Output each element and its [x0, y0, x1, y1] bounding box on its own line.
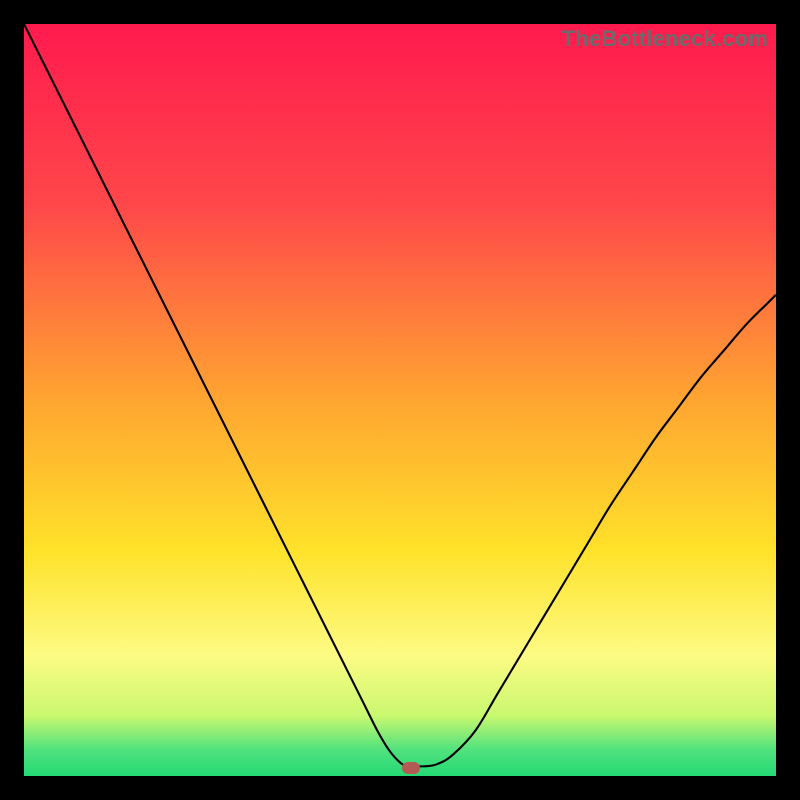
watermark-text: TheBottleneck.com: [562, 26, 768, 52]
chart-frame: TheBottleneck.com: [24, 24, 776, 776]
gradient-background: [24, 24, 776, 776]
bottleneck-chart: [24, 24, 776, 776]
trough-marker: [402, 762, 420, 774]
